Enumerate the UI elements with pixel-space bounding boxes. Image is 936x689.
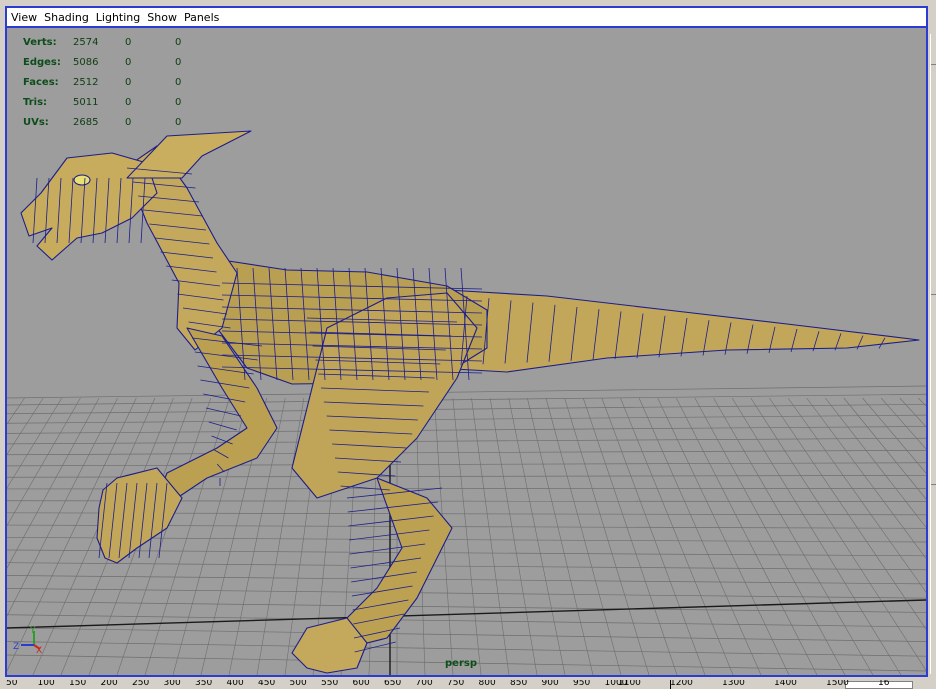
hud-label: Edges: xyxy=(23,56,61,68)
hud-selected: 0 xyxy=(125,36,132,48)
hud-row-verts: Verts: 2574 0 0 xyxy=(23,32,225,52)
right-panel-edge xyxy=(930,34,936,674)
menu-show[interactable]: Show xyxy=(147,11,177,24)
hud-label: Verts: xyxy=(23,36,57,48)
hud-total: 5011 xyxy=(73,96,99,108)
camera-name-label: persp xyxy=(445,658,477,669)
timeline-tick-label: 750 xyxy=(447,680,465,688)
timeline-tick-label: 400 xyxy=(226,680,244,688)
timeline-tick-label: 1200 xyxy=(670,680,693,688)
hud-total: 5086 xyxy=(73,56,99,68)
poly-count-hud: Verts: 2574 0 0 Edges: 5086 0 0 Faces: 2… xyxy=(23,32,225,132)
time-slider[interactable]: 50 100 150 200 250 300 350 400 450 500 550 600 650 70… xyxy=(0,680,936,689)
timeline-tick-label: 350 xyxy=(195,680,213,688)
timeline-tick-label: 1500 xyxy=(826,680,849,688)
timeline-tick-label: 600 xyxy=(352,680,370,688)
hud-total: 2685 xyxy=(73,116,99,128)
hud-label: Faces: xyxy=(23,76,59,88)
hud-row-tris: Tris: 5011 0 0 xyxy=(23,92,225,112)
timeline-tick-label: 16 xyxy=(878,680,890,688)
timeline-tick-label: 200 xyxy=(100,680,118,688)
hud-total: 2512 xyxy=(73,76,99,88)
hud-component: 0 xyxy=(175,76,182,88)
timeline-tick-label: 650 xyxy=(384,680,402,688)
timeline-tick-label: 550 xyxy=(321,680,339,688)
axis-x-label: X xyxy=(36,646,42,656)
hud-component: 0 xyxy=(175,36,182,48)
timeline-tick-label: 1400 xyxy=(774,680,797,688)
timeline-tick-label: 150 xyxy=(69,680,87,688)
hud-row-edges: Edges: 5086 0 0 xyxy=(23,52,225,72)
timeline-tick-label: 800 xyxy=(478,680,496,688)
perspective-viewport[interactable]: Y Z X Verts: 2574 0 0 Edges: 5086 0 0 Fa… xyxy=(5,26,928,677)
hud-label: UVs: xyxy=(23,116,49,128)
raptor-model[interactable] xyxy=(20,130,920,674)
timeline-tick-label: 100 xyxy=(37,680,55,688)
hud-selected: 0 xyxy=(125,76,132,88)
raptor-eye xyxy=(73,174,91,186)
hud-total: 2574 xyxy=(73,36,99,48)
menu-shading[interactable]: Shading xyxy=(44,11,89,24)
axis-indicator: Y Z X xyxy=(13,626,42,656)
hud-row-uvs: UVs: 2685 0 0 xyxy=(23,112,225,132)
timeline-tick-label: 250 xyxy=(132,680,150,688)
axis-z-label: Z xyxy=(13,642,19,652)
hud-selected: 0 xyxy=(125,56,132,68)
menu-view[interactable]: View xyxy=(11,11,37,24)
menu-lighting[interactable]: Lighting xyxy=(96,11,140,24)
hud-component: 0 xyxy=(175,116,182,128)
raptor-shin xyxy=(336,477,453,649)
hud-component: 0 xyxy=(175,56,182,68)
menu-panels[interactable]: Panels xyxy=(184,11,219,24)
axis-y-label: Y xyxy=(29,626,36,636)
viewport-menubar: View Shading Lighting Show Panels xyxy=(5,6,928,26)
timeline-tick-label: 450 xyxy=(258,680,276,688)
timeline-tick-label: 900 xyxy=(541,680,559,688)
timeline-tick-label: 500 xyxy=(289,680,307,688)
hud-label: Tris: xyxy=(23,96,48,108)
raptor-tail xyxy=(436,289,920,373)
hud-selected: 0 xyxy=(125,96,132,108)
timeline-tick-label: 850 xyxy=(510,680,528,688)
hud-component: 0 xyxy=(175,96,182,108)
timeline-tick-label: 1300 xyxy=(722,680,745,688)
timeline-tick-label: 950 xyxy=(573,680,591,688)
timeline-tick-label: 300 xyxy=(163,680,181,688)
timeline-tick-label: 700 xyxy=(415,680,433,688)
hud-selected: 0 xyxy=(125,116,132,128)
hud-row-faces: Faces: 2512 0 0 xyxy=(23,72,225,92)
timeline-tick-label: 1100 xyxy=(618,680,641,688)
timeline-tick-label: 50 xyxy=(6,680,18,688)
